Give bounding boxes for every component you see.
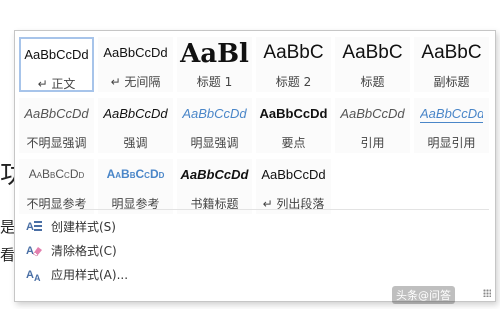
style-sample: AaBbCcDd bbox=[106, 167, 165, 181]
style-tile-title[interactable]: AaBbC 标题 bbox=[335, 37, 410, 92]
style-name: ↵ 正文 bbox=[37, 77, 76, 91]
style-tile-normal[interactable]: AaBbCcDd ↵ 正文 bbox=[19, 37, 94, 92]
svg-text:A: A bbox=[26, 245, 34, 257]
style-tile-intense-emphasis[interactable]: AaBbCcDd 明显强调 bbox=[177, 98, 252, 153]
style-name: 标题 bbox=[360, 75, 385, 89]
svg-text:A: A bbox=[26, 221, 34, 233]
style-name: 明显引用 bbox=[427, 136, 476, 150]
style-sample: AaBbC bbox=[263, 42, 324, 63]
create-style-menu-item[interactable]: A 创建样式(S) bbox=[21, 215, 271, 237]
style-sample: AaBbCcDd bbox=[340, 106, 405, 121]
style-name: 引用 bbox=[360, 136, 385, 150]
style-tile-subtle-emphasis[interactable]: AaBbCcDd 不明显强调 bbox=[19, 98, 94, 153]
svg-text:A: A bbox=[26, 269, 34, 281]
style-name: 强调 bbox=[123, 136, 148, 150]
style-sample: AaBbCcDd bbox=[103, 45, 168, 60]
styles-gallery-dropdown: AaBbCcDd ↵ 正文 AaBbCcDd ↵ 无间隔 AaBl 标题 1 A… bbox=[14, 30, 496, 302]
style-sample: AaBbCcDd bbox=[103, 106, 168, 121]
document-text-fragment: 看 bbox=[0, 246, 16, 264]
style-tile-book-title[interactable]: AaBbCcDd 书籍标题 bbox=[177, 159, 252, 214]
watermark: 头条@问答 bbox=[392, 286, 455, 304]
style-sample: AaBbC bbox=[421, 42, 482, 63]
style-tile-no-spacing[interactable]: AaBbCcDd ↵ 无间隔 bbox=[98, 37, 173, 92]
style-tile-heading-2[interactable]: AaBbC 标题 2 bbox=[256, 37, 331, 92]
svg-text:A: A bbox=[34, 273, 41, 282]
apply-style-menu-item[interactable]: A A 应用样式(A)... bbox=[21, 263, 271, 285]
style-sample: AaBbCcDd bbox=[182, 106, 247, 121]
style-tile-quote[interactable]: AaBbCcDd 引用 bbox=[335, 98, 410, 153]
style-sample: AaBbCcDd bbox=[24, 106, 89, 121]
style-name: ↵ 无间隔 bbox=[110, 75, 161, 89]
style-name: 不明显强调 bbox=[26, 136, 87, 150]
style-sample: AaBl bbox=[180, 39, 249, 69]
menu-item-label: 应用样式(A)... bbox=[51, 268, 129, 282]
style-sample: AaBbCcDd bbox=[259, 106, 328, 121]
style-tile-subtle-reference[interactable]: AaBbCcDd 不明显参考 bbox=[19, 159, 94, 214]
clear-format-icon: A bbox=[26, 245, 42, 257]
style-tile-strong[interactable]: AaBbCcDd 要点 bbox=[256, 98, 331, 153]
clear-format-menu-item[interactable]: A 清除格式(C) bbox=[21, 239, 271, 261]
style-name: 标题 1 bbox=[196, 75, 233, 89]
resize-grip-icon[interactable] bbox=[483, 289, 491, 297]
gallery-divider bbox=[29, 209, 489, 210]
style-sample: AaBbCcDd bbox=[261, 167, 326, 182]
style-sample: AaBbCcDd bbox=[28, 167, 85, 181]
style-tile-emphasis[interactable]: AaBbCcDd 强调 bbox=[98, 98, 173, 153]
style-sample: AaBbCcDd bbox=[24, 47, 89, 62]
style-name: 明显强调 bbox=[190, 136, 239, 150]
style-name: 要点 bbox=[281, 136, 306, 150]
menu-item-label: 创建样式(S) bbox=[51, 220, 116, 234]
style-tile-list-paragraph[interactable]: AaBbCcDd ↵ 列出段落 bbox=[256, 159, 331, 214]
style-sample: AaBbCcDd bbox=[420, 106, 483, 123]
style-name: 副标题 bbox=[433, 75, 470, 89]
style-tile-heading-1[interactable]: AaBl 标题 1 bbox=[177, 37, 252, 92]
style-sample: AaBbCcDd bbox=[180, 167, 249, 182]
apply-style-icon: A A bbox=[26, 269, 41, 282]
style-tile-subtitle[interactable]: AaBbC 副标题 bbox=[414, 37, 489, 92]
style-tile-intense-reference[interactable]: AaBbCcDd 明显参考 bbox=[98, 159, 173, 214]
style-tile-intense-quote[interactable]: AaBbCcDd 明显引用 bbox=[414, 98, 489, 153]
create-style-icon: A bbox=[26, 221, 42, 233]
style-name: 标题 2 bbox=[275, 75, 312, 89]
style-sample: AaBbC bbox=[342, 42, 403, 63]
menu-item-label: 清除格式(C) bbox=[51, 244, 117, 258]
